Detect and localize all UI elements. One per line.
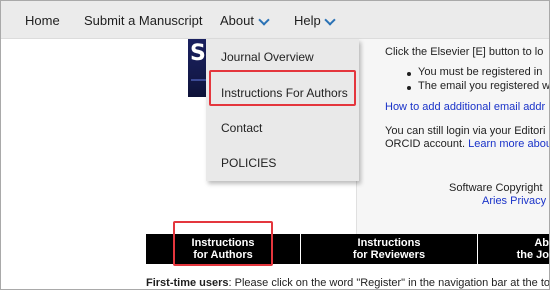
login-instructions-text: Click the Elsevier [E] button to lo bbox=[385, 46, 544, 58]
privacy-link[interactable]: Aries Privacy bbox=[482, 195, 546, 207]
bullet-icon bbox=[407, 72, 411, 76]
chevron-down-icon[interactable] bbox=[324, 14, 336, 26]
tab-about-journal[interactable]: Ab the Jo bbox=[478, 234, 549, 264]
tab-instructions-reviewers[interactable]: Instructions for Reviewers bbox=[301, 234, 477, 264]
orcid-line: ORCID account. Learn more abou bbox=[385, 138, 549, 150]
learn-more-link[interactable]: Learn more abou bbox=[468, 138, 549, 150]
software-copyright-text: Software Copyright bbox=[449, 182, 543, 194]
login-info-panel: Click the Elsevier [E] button to lo You … bbox=[356, 39, 550, 243]
cover-title-letter: S bbox=[190, 41, 206, 66]
nav-help[interactable]: Help bbox=[294, 1, 321, 39]
tab-label-line1: Ab bbox=[534, 237, 549, 249]
bullet-text-email: The email you registered w bbox=[418, 80, 550, 92]
add-email-link[interactable]: How to add additional email addr bbox=[385, 101, 545, 113]
tab-label-line2: for Reviewers bbox=[352, 249, 426, 261]
bullet-icon bbox=[407, 86, 411, 90]
editorial-login-text: You can still login via your Editori bbox=[385, 125, 546, 137]
tab-label-line1: Instructions bbox=[357, 237, 421, 249]
annotation-highlight-menu bbox=[209, 70, 356, 106]
menu-item-contact[interactable]: Contact bbox=[206, 110, 359, 146]
first-time-users-instructions: : Please click on the word "Register" in… bbox=[228, 277, 550, 289]
nav-about[interactable]: About bbox=[220, 1, 254, 39]
nav-home[interactable]: Home bbox=[25, 1, 60, 39]
first-time-users-text: First-time users: Please click on the wo… bbox=[146, 277, 550, 289]
menu-item-policies[interactable]: POLICIES bbox=[206, 145, 359, 181]
chevron-down-icon[interactable] bbox=[258, 14, 270, 26]
annotation-highlight-tab bbox=[173, 221, 273, 266]
about-dropdown-menu: Journal Overview Instructions For Author… bbox=[206, 39, 359, 181]
first-time-users-label: First-time users bbox=[146, 277, 229, 289]
tab-label-line2: the Jo bbox=[516, 249, 549, 261]
orcid-text: ORCID account. bbox=[385, 138, 466, 150]
browser-viewport: Home Submit a Manuscript About Help S Cl… bbox=[0, 0, 550, 290]
bullet-text-registered: You must be registered in bbox=[418, 66, 543, 78]
nav-submit-manuscript[interactable]: Submit a Manuscript bbox=[84, 1, 203, 39]
top-nav: Home Submit a Manuscript About Help bbox=[1, 1, 549, 39]
